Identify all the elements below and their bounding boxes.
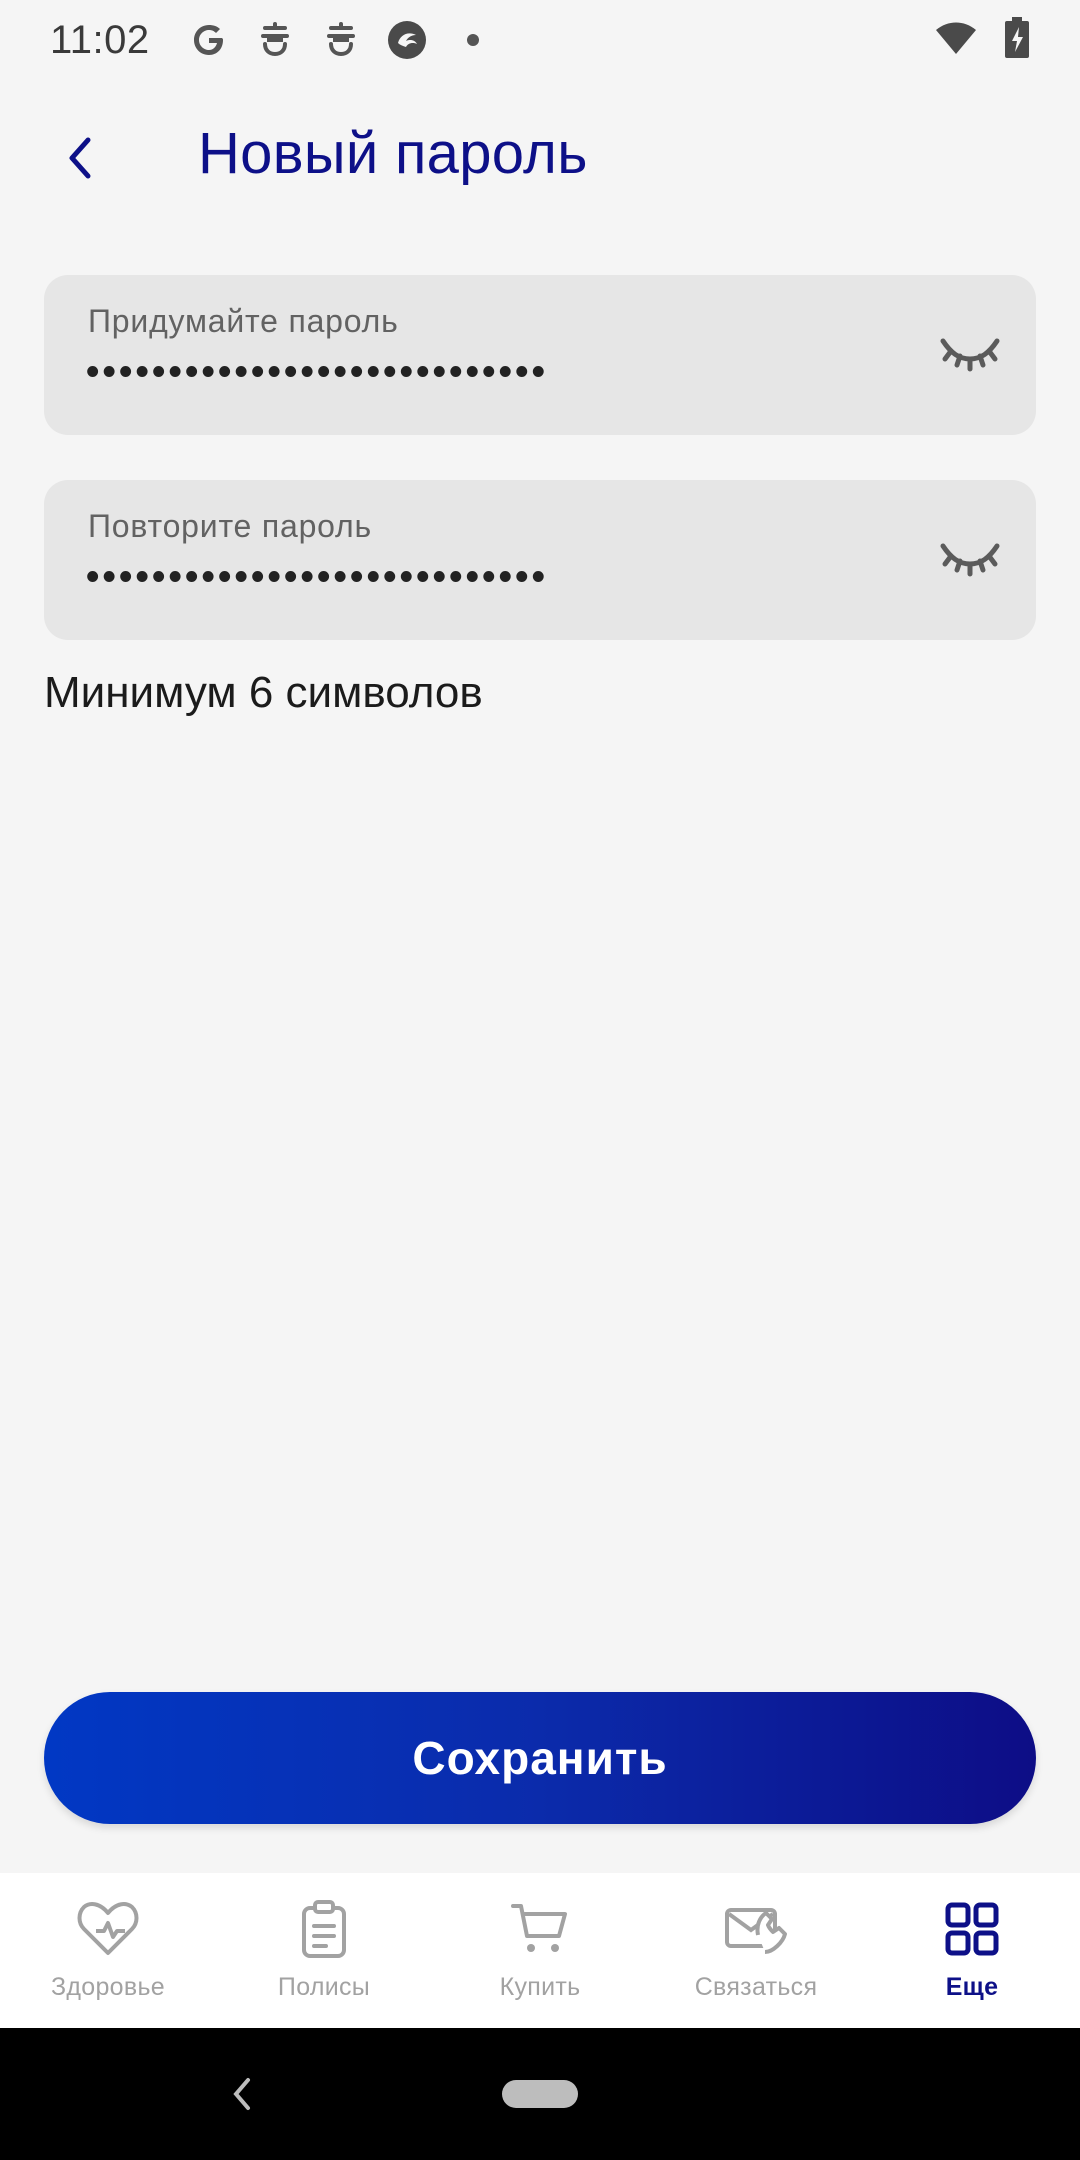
nav-item-contact[interactable]: Связаться (648, 1873, 864, 2028)
nav-label-health: Здоровье (50, 1973, 165, 2001)
eye-closed-icon (940, 543, 1000, 577)
toggle-confirm-visibility-button[interactable] (938, 530, 1002, 586)
new-password-value[interactable]: •••••••••••••••••••••••••••• (86, 351, 548, 394)
nav-label-policies: Полисы (277, 1973, 371, 2001)
nav-label-contact: Связаться (694, 1973, 818, 2001)
battery-charging-icon (1004, 16, 1030, 64)
chevron-left-icon (69, 137, 91, 179)
confirm-password-label: Повторите пароль (88, 508, 373, 544)
nav-label-buy: Купить (499, 1973, 581, 2001)
header: Новый пароль (0, 108, 1080, 208)
eye-closed-icon (940, 338, 1000, 372)
toggle-password-visibility-button[interactable] (938, 325, 1002, 381)
app-notification-icon (254, 19, 296, 61)
password-hint: Минимум 6 символов (44, 668, 483, 717)
status-system-icons (934, 16, 1030, 64)
save-button[interactable]: Сохранить (44, 1692, 1036, 1824)
clipboard-icon (292, 1899, 356, 1959)
chevron-left-icon (233, 2078, 250, 2110)
status-bar: 11:02 (0, 0, 1080, 80)
nav-item-health[interactable]: Здоровье (0, 1873, 216, 2028)
system-back-button[interactable] (222, 2074, 262, 2114)
page-title: Новый пароль (198, 121, 588, 186)
bottom-navigation: Здоровье Полисы Купить Связаться Еще (0, 1873, 1080, 2028)
back-button[interactable] (50, 128, 110, 188)
confirm-password-field[interactable]: Повторите пароль •••••••••••••••••••••••… (44, 480, 1036, 640)
nav-item-more[interactable]: Еще (864, 1873, 1080, 2028)
dot-icon (452, 19, 494, 61)
heart-pulse-icon (76, 1899, 140, 1959)
status-time: 11:02 (50, 17, 150, 62)
status-notification-icons (188, 19, 494, 61)
confirm-password-value[interactable]: •••••••••••••••••••••••••••• (86, 556, 548, 599)
cart-icon (508, 1899, 572, 1959)
browser-icon (386, 19, 428, 61)
nav-label-more: Еще (945, 1973, 999, 2001)
google-icon (188, 19, 230, 61)
nav-item-policies[interactable]: Полисы (216, 1873, 432, 2028)
system-home-button[interactable] (502, 2080, 578, 2108)
grid-icon (940, 1899, 1004, 1959)
new-password-field[interactable]: Придумайте пароль ••••••••••••••••••••••… (44, 275, 1036, 435)
app-notification-icon (320, 19, 362, 61)
wifi-icon (934, 20, 978, 61)
new-password-label: Придумайте пароль (88, 303, 399, 339)
nav-item-buy[interactable]: Купить (432, 1873, 648, 2028)
system-navigation-bar (0, 2028, 1080, 2160)
envelope-phone-icon (724, 1899, 788, 1959)
